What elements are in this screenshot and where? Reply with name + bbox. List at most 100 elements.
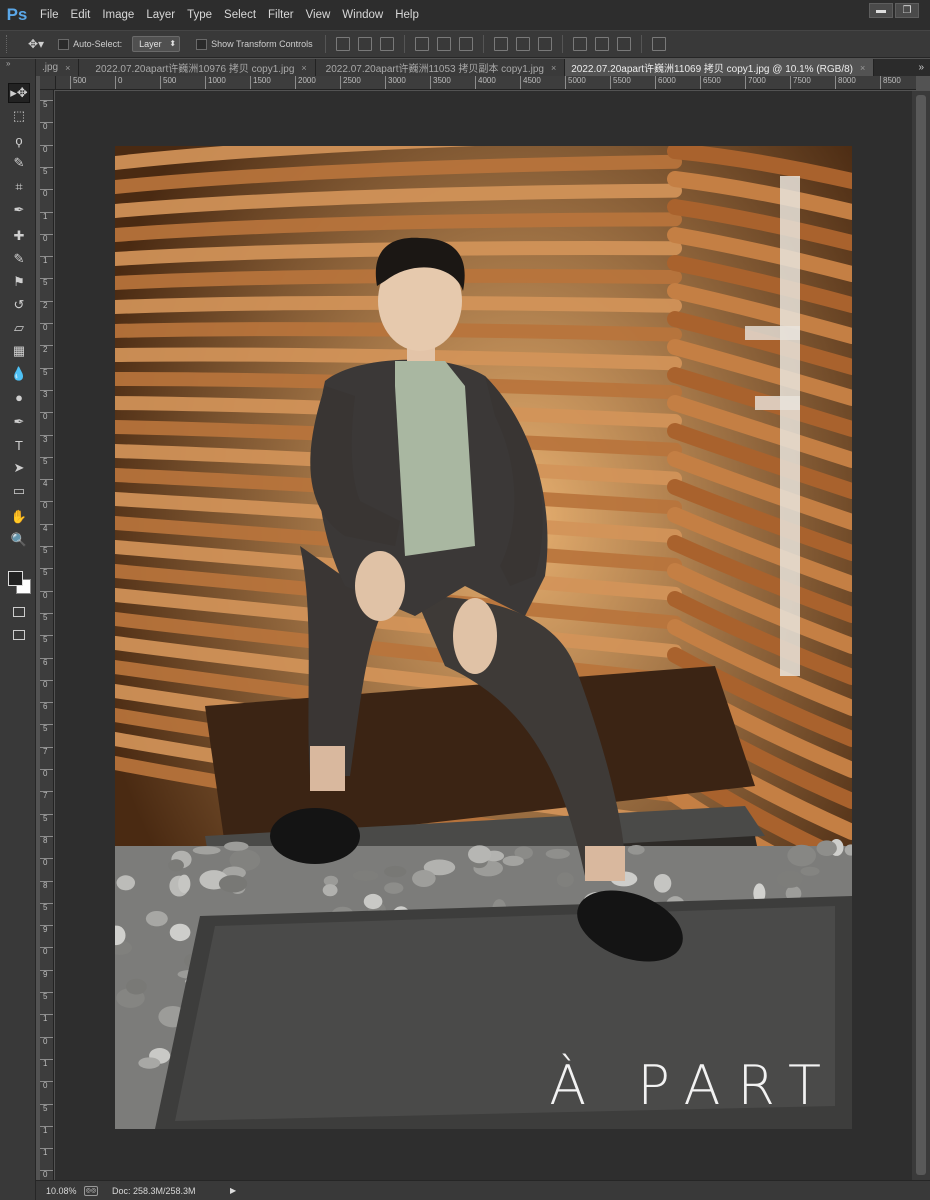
brush-tool-icon[interactable]: ✎ (8, 249, 30, 269)
ruler-tick-label: 5 (40, 813, 53, 823)
toolbox-collapse-icon[interactable]: » (0, 59, 35, 71)
ruler-tick-label: 2500 (340, 76, 361, 89)
distribute-right-icon[interactable] (616, 37, 631, 51)
document-tab[interactable]: .jpg × (36, 59, 80, 76)
ruler-tick-label: 6 (40, 702, 53, 711)
options-grip[interactable] (6, 35, 14, 53)
tab-overflow-icon[interactable]: » (912, 59, 930, 76)
menu-edit[interactable]: Edit (65, 0, 97, 30)
foreground-color-swatch[interactable] (8, 571, 23, 586)
ruler-tick-label: 0 (40, 947, 53, 956)
menu-window[interactable]: Window (336, 0, 389, 30)
stamp-tool-icon[interactable]: ⚑ (8, 272, 30, 292)
type-tool-icon[interactable]: T (8, 435, 30, 455)
path-select-tool-icon[interactable]: ➤ (8, 458, 30, 478)
divider (640, 35, 642, 53)
tab-close-icon[interactable]: × (301, 63, 306, 73)
restore-button[interactable]: ❐ (895, 3, 919, 18)
ruler-origin[interactable] (40, 76, 56, 90)
auto-select-checkbox[interactable] (58, 38, 70, 50)
shape-tool-icon[interactable]: ▭ (8, 481, 30, 501)
ruler-tick-label: 0 (40, 122, 53, 131)
align-vcenter-icon[interactable] (357, 37, 372, 51)
scrollbar-thumb[interactable] (916, 95, 926, 1175)
ruler-tick-label: 4 (40, 523, 53, 533)
status-bar: 10.08% ◎◎ Doc: 258.3M/258.3M ▶ (36, 1180, 930, 1200)
distribute-top-icon[interactable] (493, 37, 508, 51)
ruler-tick-label: 3 (40, 434, 53, 444)
ruler-tick-label: 8 (40, 835, 53, 845)
distribute-left-icon[interactable] (572, 37, 587, 51)
photo-illustration (115, 146, 852, 1129)
horizontal-ruler[interactable]: 500 0 500 1000 1500 2000 2500 3000 3500 4000 4500 5… (56, 76, 916, 90)
document-tab-active[interactable]: 2022.07.20apart许巍洲11069 拷贝 copy1.jpg @ 1… (565, 59, 875, 76)
ruler-tick-label: 9 (40, 969, 53, 979)
ruler-tick-label: 1500 (250, 76, 271, 89)
ruler-tick-label: 8500 (880, 76, 901, 89)
menu-view[interactable]: View (300, 0, 337, 30)
eyedropper-tool-icon[interactable]: ✒ (8, 200, 30, 220)
ruler-tick-label: 0 (40, 501, 53, 510)
document-tab[interactable]: 2022.07.20apart许巍洲10976 拷贝 copy1.jpg × (79, 59, 316, 76)
ruler-tick-label: 1 (40, 211, 53, 221)
screen-mode-icon[interactable] (8, 625, 30, 645)
tab-close-icon[interactable]: × (65, 63, 70, 73)
ruler-tick-label: 1 (40, 1148, 53, 1157)
pen-tool-icon[interactable]: ✒ (8, 412, 30, 432)
menu-help[interactable]: Help (389, 0, 425, 30)
move-tool-preset-icon[interactable]: ✥▾ (28, 37, 44, 51)
zoom-level[interactable]: 10.08% (36, 1186, 78, 1196)
ruler-tick-label: 5 (40, 278, 53, 287)
distribute-vcenter-icon[interactable] (515, 37, 530, 51)
auto-select-dropdown[interactable]: Layer (132, 36, 181, 52)
align-left-icon[interactable] (414, 37, 429, 51)
ruler-tick-label: 0 (40, 1081, 53, 1090)
gradient-tool-icon[interactable]: ▦ (8, 341, 30, 361)
ruler-tick-label: 5 (40, 456, 53, 466)
auto-align-icon[interactable] (651, 37, 666, 51)
align-hcenter-icon[interactable] (436, 37, 451, 51)
menu-filter[interactable]: Filter (262, 0, 300, 30)
marquee-tool-icon[interactable]: ⬚ (8, 106, 30, 126)
eraser-tool-icon[interactable]: ▱ (8, 318, 30, 338)
crop-tool-icon[interactable]: ⌗ (8, 177, 30, 197)
status-menu-arrow-icon[interactable]: ▶ (230, 1186, 236, 1195)
align-top-icon[interactable] (335, 37, 350, 51)
zoom-tool-icon[interactable]: 🔍 (8, 530, 30, 550)
ruler-tick-label: 0 (40, 858, 53, 867)
ruler-tick-label: 7 (40, 791, 53, 800)
menu-file[interactable]: File (34, 0, 65, 30)
blur-tool-icon[interactable]: 💧 (8, 364, 30, 384)
minimize-button[interactable]: ▬ (869, 3, 893, 18)
quick-select-tool-icon[interactable]: ✎ (8, 153, 30, 173)
distribute-hcenter-icon[interactable] (594, 37, 609, 51)
align-bottom-icon[interactable] (379, 37, 394, 51)
ruler-tick-label: 5 (40, 992, 53, 1001)
history-brush-tool-icon[interactable]: ↺ (8, 295, 30, 315)
healing-tool-icon[interactable]: ✚ (8, 226, 30, 246)
document-tab[interactable]: 2022.07.20apart许巍洲11053 拷贝副本 copy1.jpg × (315, 59, 566, 76)
quick-mask-icon[interactable] (8, 602, 30, 622)
show-transform-checkbox[interactable] (196, 38, 208, 50)
ruler-tick-label: 6 (40, 657, 53, 667)
ruler-tick-label: 1 (40, 1058, 53, 1068)
align-right-icon[interactable] (458, 37, 473, 51)
move-tool-icon[interactable]: ▸✥ (8, 83, 30, 103)
ruler-tick-label: 5000 (565, 76, 586, 89)
dodge-tool-icon[interactable]: ● (8, 387, 30, 407)
menu-type[interactable]: Type (181, 0, 218, 30)
lasso-tool-icon[interactable]: ϙ (8, 130, 30, 150)
divider (482, 35, 484, 53)
menu-layer[interactable]: Layer (140, 0, 181, 30)
document-photo[interactable]: À PART (115, 146, 852, 1129)
menu-select[interactable]: Select (218, 0, 262, 30)
toolbox: » ▸✥ ⬚ ϙ ✎ ⌗ ✒ ✚ ✎ ⚑ ↺ ▱ ▦ 💧 ● ✒ T ➤ ▭ ✋ 🔍 (0, 59, 36, 1200)
vertical-ruler[interactable]: 5 0 0 5 0 1 0 1 5 2 0 2 5 3 0 3 5 4 0 4 5 5 0 5 5 6 0 6 5 7 0 7 5 8 0 8 5 9 0 9… (40, 90, 54, 1180)
hand-tool-icon[interactable]: ✋ (8, 507, 30, 527)
tab-close-icon[interactable]: × (551, 63, 556, 73)
menu-image[interactable]: Image (96, 0, 140, 30)
vertical-scrollbar[interactable] (912, 91, 930, 1180)
proof-setup-icon[interactable]: ◎◎ (84, 1185, 98, 1196)
distribute-bottom-icon[interactable] (537, 37, 552, 51)
tab-close-icon[interactable]: × (860, 63, 865, 73)
